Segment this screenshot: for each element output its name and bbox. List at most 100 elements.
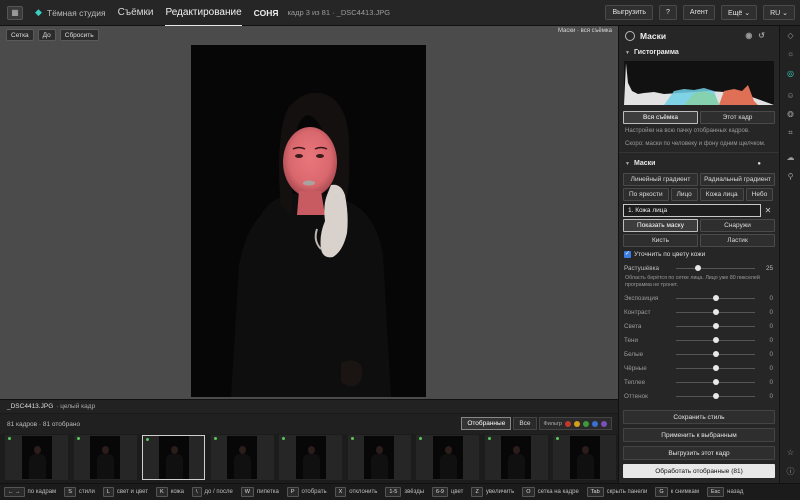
show-mask-button[interactable]: Показать маску [623, 219, 698, 232]
slider-knob[interactable] [712, 294, 719, 301]
tool-rail: ◇ ☼ ◎ ☺ ❂ ⌗ ☁ ⚲ ☆ ⓘ [779, 26, 800, 483]
presets-icon[interactable]: ⚲ [785, 171, 796, 182]
outside-mask-button[interactable]: Снаружи [700, 219, 775, 232]
language-select[interactable]: RU ⌄ [763, 5, 795, 20]
slider-knob[interactable] [712, 322, 719, 329]
radial-gradient-button[interactable]: Радиальный градиент [700, 173, 775, 186]
feather-value: 25 [765, 264, 773, 272]
feather-slider[interactable]: Растушёвка 25 [619, 261, 779, 275]
scope-this-button[interactable]: Этот кадр [700, 111, 775, 124]
before-button[interactable]: До [37, 29, 56, 41]
shortcut-key: Tab [586, 487, 604, 497]
more-menu-button[interactable]: Ещё ⌄ [720, 5, 758, 20]
crop-icon[interactable]: ⌗ [785, 127, 796, 138]
shortcut-label: увеличить [485, 489, 515, 495]
reset-button[interactable]: Сбросить [59, 29, 99, 41]
masks-tool-icon[interactable]: ◎ [785, 68, 796, 79]
sky-mask-button[interactable]: Небо [745, 188, 774, 201]
filter-color-blue[interactable] [592, 420, 598, 427]
face-mask-button[interactable]: Лицо [670, 188, 698, 201]
slider-label: Чёрные [624, 364, 647, 372]
delete-mask-icon[interactable]: ✕ [761, 206, 775, 215]
thumbnail-image [90, 436, 120, 479]
active-mask-field[interactable]: 1. Кожа лица [623, 204, 761, 217]
feather-note: Область берётся по сетке лица. Лицо уже … [625, 275, 760, 288]
slider-knob[interactable] [712, 350, 719, 357]
filmstrip-thumbnail[interactable] [279, 435, 342, 480]
slider-knob[interactable] [712, 378, 719, 385]
adjustment-slider[interactable]: Экспозиция 0 [619, 291, 779, 305]
filmstrip-thumbnail[interactable] [484, 435, 548, 480]
face-icon[interactable]: ☺ [785, 90, 796, 101]
filter-label: Фильтр [543, 420, 562, 427]
export-frame-button[interactable]: Выгрузить этот кадр [623, 446, 775, 460]
linear-gradient-button[interactable]: Линейный градиент [623, 173, 698, 186]
filter-color-yellow[interactable] [574, 420, 580, 427]
collapse-triangle-icon: ▼ [625, 49, 630, 56]
masks-title: Маски [633, 160, 656, 167]
shortcut-label: скрыть панели [606, 489, 648, 495]
filter-tab-all[interactable]: Все [513, 417, 537, 430]
filmstrip-thumbnail[interactable] [416, 435, 479, 480]
adjustment-slider[interactable]: Контраст 0 [619, 305, 779, 319]
feather-knob[interactable] [695, 264, 702, 271]
slider-knob[interactable] [712, 392, 719, 399]
adjustment-slider[interactable]: Белые 0 [619, 347, 779, 361]
thumbnail-image [21, 436, 52, 479]
app-menu-button[interactable]: ▦ [7, 5, 23, 20]
skin-mask-button[interactable]: Кожа лица [699, 188, 744, 201]
filmstrip-thumbnail[interactable] [73, 435, 137, 480]
cloud-icon[interactable]: ☁ [785, 152, 796, 163]
slider-knob[interactable] [712, 364, 719, 371]
filter-color-green[interactable] [583, 420, 589, 427]
shortcut-label: сетка на кадре [537, 489, 579, 495]
eraser-button[interactable]: Ластик [700, 234, 775, 247]
process-selected-button[interactable]: Обработать отобранные (81) [623, 464, 775, 478]
masks-section-header[interactable]: ▼ Маски ● [619, 157, 779, 170]
filter-tab-selected[interactable]: Отобранные [461, 417, 512, 430]
adjustment-slider[interactable]: Тени 0 [619, 333, 779, 347]
info-icon[interactable]: ⓘ [785, 466, 796, 477]
filmstrip-thumbnail[interactable] [553, 435, 616, 480]
star-icon[interactable]: ☆ [785, 447, 796, 458]
slider-knob[interactable] [712, 336, 719, 343]
agent-button[interactable]: Агент [682, 5, 715, 20]
histogram-section-header[interactable]: ▼ Гистограмма [619, 46, 779, 59]
grid-toggle-button[interactable]: Сетка [6, 29, 34, 41]
filmstrip-thumbnail[interactable] [347, 435, 411, 480]
filmstrip[interactable] [0, 434, 618, 483]
shortcut-hint: Kкожа [156, 487, 184, 497]
adjustment-slider[interactable]: Света 0 [619, 319, 779, 333]
filmstrip-thumbnail[interactable] [5, 435, 68, 480]
adjustment-slider[interactable]: Теплее 0 [619, 375, 779, 389]
color-filter[interactable]: Фильтр [538, 417, 612, 430]
slider-knob[interactable] [712, 308, 719, 315]
save-style-button[interactable]: Сохранить стиль [623, 410, 775, 424]
tab-shoots[interactable]: Съёмки [118, 0, 154, 26]
filter-color-red[interactable] [565, 420, 571, 427]
light-icon[interactable]: ☼ [785, 48, 796, 59]
luminance-mask-button[interactable]: По яркости [623, 188, 669, 201]
scope-all-button[interactable]: Вся съёмка [623, 111, 698, 124]
layers-icon[interactable]: ◇ [785, 30, 796, 41]
picked-dot-icon [213, 437, 217, 440]
tab-editing[interactable]: Редактирование [165, 0, 242, 26]
visibility-eye-icon[interactable]: ◉ [745, 31, 758, 40]
shortcut-hint: Oсетка на кадре [522, 487, 579, 497]
shortcut-key: ← → [4, 487, 25, 497]
adjustment-slider[interactable]: Чёрные 0 [619, 361, 779, 375]
image-canvas[interactable]: Сетка До Сбросить Маски · вся съёмка [0, 26, 618, 399]
refine-skin-checkbox[interactable]: ✓ Уточнить по цвету кожи [619, 247, 779, 258]
detail-icon[interactable]: ❂ [785, 109, 796, 120]
adjustment-slider[interactable]: Оттенок 0 [619, 389, 779, 403]
filmstrip-thumbnail[interactable] [142, 435, 205, 480]
filmstrip-thumbnail[interactable] [210, 435, 274, 480]
brush-button[interactable]: Кисть [623, 234, 698, 247]
reset-panel-icon[interactable]: ↺ [758, 31, 771, 40]
thumbnail-image [295, 436, 326, 479]
export-button[interactable]: Выгрузить [605, 5, 653, 20]
help-button[interactable]: ? [658, 5, 677, 20]
filter-color-purple[interactable] [601, 420, 607, 427]
apply-selected-button[interactable]: Применить к выбранным [623, 428, 775, 442]
session-name: СОНЯ [253, 7, 279, 18]
